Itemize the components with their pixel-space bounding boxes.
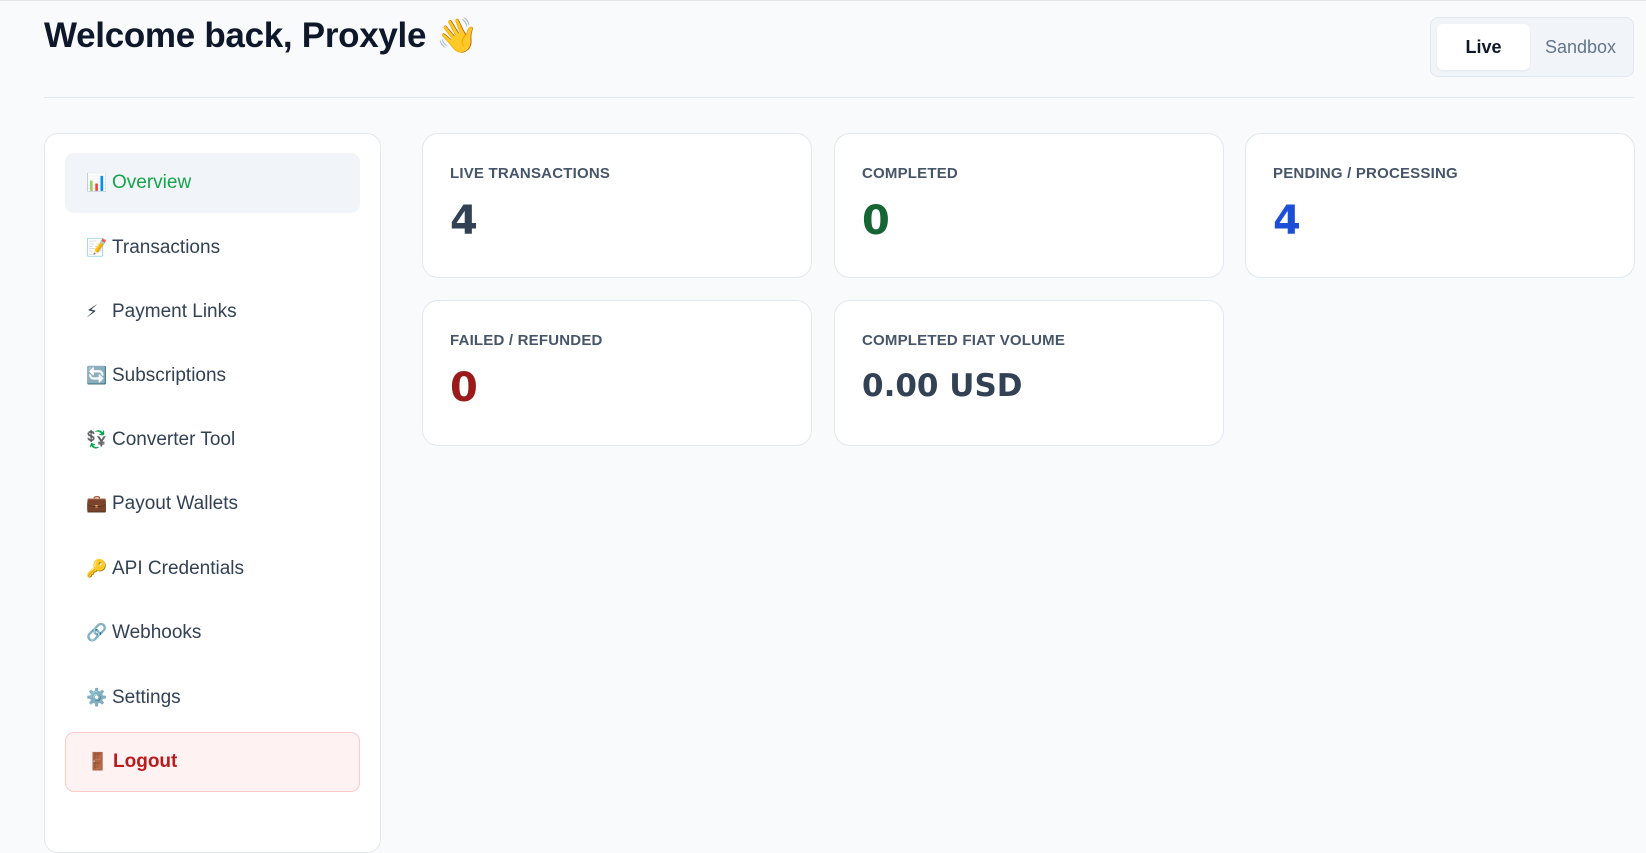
link-icon: 🔗 — [86, 623, 108, 642]
gear-icon: ⚙️ — [86, 688, 108, 707]
stat-value: 0 — [450, 365, 478, 411]
sidebar-item-api-credentials[interactable]: 🔑 API Credentials — [65, 539, 360, 599]
sidebar-item-label: Settings — [112, 687, 181, 708]
sidebar-item-label: Subscriptions — [112, 365, 227, 386]
currency-exchange-icon: 💱 — [86, 430, 108, 449]
chart-icon: 📊 — [86, 173, 108, 192]
briefcase-icon: 💼 — [86, 494, 108, 513]
sidebar-item-payout-wallets[interactable]: 💼 Payout Wallets — [65, 474, 360, 534]
stat-label: LIVE TRANSACTIONS — [450, 165, 611, 182]
stat-card-failed: FAILED / REFUNDED 0 — [422, 300, 812, 446]
stat-label: FAILED / REFUNDED — [450, 332, 603, 349]
sidebar-item-label: Transactions — [112, 237, 221, 258]
stat-label: COMPLETED — [862, 165, 958, 182]
header-divider — [44, 97, 1634, 98]
page-title: Welcome back, Proxyle 👋 — [44, 16, 478, 56]
sidebar-item-label: Payment Links — [112, 301, 237, 322]
waving-hand-icon: 👋 — [436, 17, 479, 55]
stat-value: 4 — [450, 198, 478, 244]
env-live-button[interactable]: Live — [1437, 24, 1530, 70]
stat-card-pending: PENDING / PROCESSING 4 — [1245, 133, 1635, 278]
sidebar-item-label: Converter Tool — [112, 429, 236, 450]
stat-value: 0.00 USD — [862, 368, 1023, 404]
key-icon: 🔑 — [86, 559, 108, 578]
environment-toggle: Live Sandbox — [1430, 17, 1634, 77]
sidebar-item-label: Payout Wallets — [112, 493, 239, 514]
memo-icon: 📝 — [86, 238, 108, 257]
sidebar-item-webhooks[interactable]: 🔗 Webhooks — [65, 603, 360, 663]
sidebar-item-converter-tool[interactable]: 💱 Converter Tool — [65, 410, 360, 470]
sidebar: 📊 Overview 📝 Transactions ⚡ Payment Link… — [44, 133, 381, 853]
stat-card-fiat-volume: COMPLETED FIAT VOLUME 0.00 USD — [834, 300, 1224, 446]
env-sandbox-button[interactable]: Sandbox — [1534, 24, 1627, 70]
sidebar-item-transactions[interactable]: 📝 Transactions — [65, 218, 360, 278]
stat-value: 4 — [1273, 198, 1301, 244]
top-border — [0, 0, 1646, 1]
stat-label: PENDING / PROCESSING — [1273, 165, 1458, 182]
page-title-text: Welcome back, Proxyle — [44, 16, 427, 55]
sidebar-item-label: API Credentials — [112, 558, 245, 579]
sidebar-item-subscriptions[interactable]: 🔄 Subscriptions — [65, 346, 360, 406]
stat-value: 0 — [862, 198, 890, 244]
stat-card-live-transactions: LIVE TRANSACTIONS 4 — [422, 133, 812, 278]
sidebar-item-label: Overview — [112, 172, 192, 193]
sidebar-item-payment-links[interactable]: ⚡ Payment Links — [65, 282, 360, 342]
logout-button[interactable]: 🚪 Logout — [65, 732, 360, 792]
stat-label: COMPLETED FIAT VOLUME — [862, 332, 1066, 349]
sidebar-item-overview[interactable]: 📊 Overview — [65, 153, 360, 213]
sidebar-item-settings[interactable]: ⚙️ Settings — [65, 668, 360, 728]
sidebar-item-label: Webhooks — [112, 622, 202, 643]
logout-label: Logout — [113, 751, 178, 772]
stat-card-completed: COMPLETED 0 — [834, 133, 1224, 278]
refresh-icon: 🔄 — [86, 366, 108, 385]
door-icon: 🚪 — [87, 752, 109, 771]
lightning-icon: ⚡ — [86, 302, 98, 321]
